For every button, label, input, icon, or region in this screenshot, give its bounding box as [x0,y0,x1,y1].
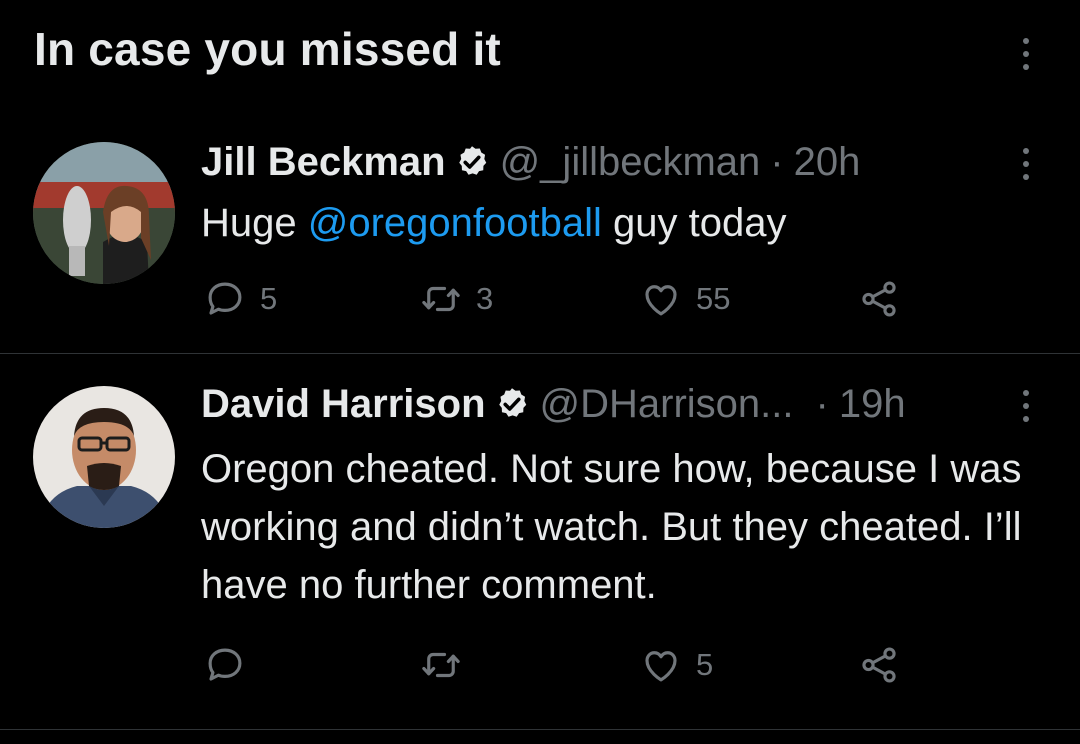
like-count: 5 [696,647,714,682]
tweet-header: David Harrison @DHarrison... · 19h [201,380,906,428]
more-icon[interactable] [1019,148,1033,180]
display-name[interactable]: Jill Beckman [201,138,446,186]
tweet[interactable]: David Harrison @DHarrison... · 19h Orego… [0,354,1080,728]
divider [0,729,1080,730]
mention-link[interactable]: @oregonfootball [308,201,602,245]
verified-icon [498,388,526,417]
share-icon [862,281,896,317]
separator: · [770,140,784,184]
like-count: 55 [696,281,731,316]
avatar[interactable] [33,142,175,284]
retweet-button[interactable] [420,644,476,686]
more-icon[interactable] [1019,38,1033,70]
share-button[interactable] [858,278,900,320]
like-icon [645,285,677,316]
retweet-count: 3 [476,281,494,316]
retweet-button[interactable]: 3 [420,278,493,320]
reply-button[interactable]: 5 [204,278,277,320]
share-button[interactable] [858,644,900,686]
timestamp[interactable]: 20h [794,138,861,186]
section-title: In case you missed it [34,23,501,75]
user-handle[interactable]: @DHarrison... [540,380,794,428]
tweet-text: Oregon cheated. Not sure how, because I … [201,447,1022,607]
action-bar: 5 [0,644,1080,692]
tweet[interactable]: Jill Beckman @_jillbeckman · 20h Huge @o… [0,120,1080,352]
timeline-page: In case you missed it Jill Beckman @_jil… [0,0,1080,744]
more-icon[interactable] [1019,390,1033,422]
verified-icon [458,146,486,175]
reply-button[interactable] [204,644,260,686]
share-icon [862,647,896,683]
like-button[interactable]: 5 [640,644,713,686]
tweet-text-part: guy today [601,201,787,245]
avatar[interactable] [33,386,175,528]
reply-icon [208,648,242,681]
reply-icon [208,282,242,315]
reply-count: 5 [260,281,278,316]
like-button[interactable]: 55 [640,278,730,320]
like-icon [645,651,677,682]
timestamp[interactable]: 19h [839,380,906,428]
tweet-text-part: Huge [201,201,308,245]
separator: · [815,382,829,426]
action-bar: 5 3 55 [0,278,1080,326]
user-handle[interactable]: @_jillbeckman [500,138,761,186]
tweet-header: Jill Beckman @_jillbeckman · 20h [201,138,860,186]
retweet-icon [422,286,460,312]
display-name[interactable]: David Harrison [201,380,486,428]
retweet-icon [422,652,460,678]
tweet-text: Huge @oregonfootball guy today [201,194,1050,252]
